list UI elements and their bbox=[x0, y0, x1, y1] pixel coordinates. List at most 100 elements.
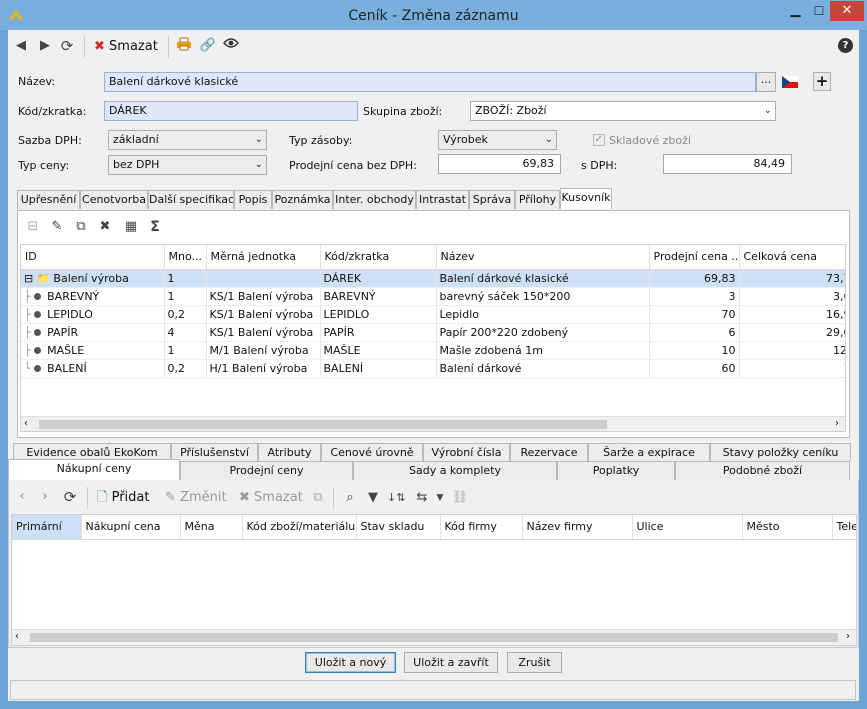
bottom-tab-7[interactable]: Stavy položky ceníku bbox=[710, 443, 851, 461]
printer-icon[interactable] bbox=[175, 37, 193, 55]
bottom-tab2-1[interactable]: Prodejní ceny bbox=[180, 461, 353, 480]
bom-row[interactable]: ├ BAREVNÝ 1 KS/1 Balení výroba BAREVNÝ barev… bbox=[21, 287, 845, 306]
close-button[interactable]: ✕ bbox=[830, 1, 864, 21]
scroll-left-icon[interactable]: ‹ bbox=[24, 418, 28, 429]
bom-row[interactable]: ├ MAŠLE 1 M/1 Balení výroba MAŠLE Mašle zdob… bbox=[21, 341, 845, 360]
tab-6[interactable]: Intrastat bbox=[416, 190, 469, 209]
save-new-button[interactable]: Uložit a nový bbox=[305, 652, 396, 673]
tab-4[interactable]: Poznámka bbox=[272, 190, 333, 209]
cancel-button[interactable]: Zrušit bbox=[507, 652, 562, 673]
purchase-col-header[interactable]: Město bbox=[742, 515, 833, 540]
sort-icon[interactable]: ↓⇅ bbox=[387, 489, 405, 507]
purchase-scroll-thumb[interactable] bbox=[30, 633, 838, 642]
edit-button[interactable]: ✎ Změnit bbox=[165, 489, 227, 509]
tab-3[interactable]: Popis bbox=[234, 190, 272, 209]
bom-col-header[interactable]: Mno... bbox=[164, 245, 207, 270]
sazba-select[interactable]: základní ⌄ bbox=[108, 130, 267, 150]
copy-icon[interactable]: ⧉ bbox=[309, 489, 327, 507]
copy-row-icon[interactable]: ⧉ bbox=[72, 218, 90, 236]
purchase-col-header[interactable]: Tele bbox=[832, 515, 856, 540]
help-icon[interactable]: ? bbox=[838, 38, 853, 53]
arrow-right-icon[interactable]: › bbox=[36, 488, 54, 506]
bottom-tab-2[interactable]: Atributy bbox=[258, 443, 321, 461]
arrow-left-icon[interactable]: ‹ bbox=[13, 488, 31, 506]
edit-row-icon[interactable]: ✎ bbox=[48, 218, 66, 236]
tab-7[interactable]: Správa bbox=[469, 190, 515, 209]
purchase-col-header[interactable]: Název firmy bbox=[522, 515, 633, 540]
prodejni-cena-field[interactable]: 69,83 bbox=[438, 154, 561, 174]
bom-col-header[interactable]: Prodejní cena ... bbox=[649, 245, 740, 270]
scroll-right-icon[interactable]: › bbox=[846, 631, 850, 642]
bom-col-header[interactable]: Měrná jednotka bbox=[206, 245, 321, 270]
sum-icon[interactable]: Σ bbox=[146, 218, 164, 236]
tab-1[interactable]: Cenotvorba bbox=[80, 190, 148, 209]
arrow-right-icon[interactable]: ▶ bbox=[36, 37, 54, 55]
eye-icon[interactable] bbox=[222, 37, 240, 55]
bom-col-header[interactable]: Kód/zkratka bbox=[320, 245, 437, 270]
bottom-tab2-3[interactable]: Poplatky bbox=[557, 461, 675, 480]
link-icon[interactable]: ⛓ bbox=[451, 489, 469, 507]
toolbar-divider bbox=[168, 36, 169, 58]
bom-scroll-thumb[interactable] bbox=[39, 420, 607, 429]
collapse-icon[interactable]: ⊟ bbox=[24, 272, 37, 285]
kod-field[interactable]: DÁREK bbox=[104, 101, 358, 121]
scroll-right-icon[interactable]: › bbox=[835, 418, 839, 429]
bom-col-header[interactable]: Celková cena bbox=[739, 245, 845, 270]
bottom-tab-3[interactable]: Cenové úrovně bbox=[321, 443, 423, 461]
bom-row[interactable]: └ BALENÍ 0,2 H/1 Balení výroba BALENÍ Balení… bbox=[21, 359, 845, 378]
delete-row-icon[interactable]: ✖ bbox=[96, 218, 114, 236]
tab-9[interactable]: Kusovník bbox=[560, 188, 612, 209]
bom-hscrollbar[interactable]: ‹ › bbox=[21, 416, 845, 431]
arrow-left-icon[interactable]: ◀ bbox=[12, 37, 30, 55]
czech-flag-icon[interactable] bbox=[782, 76, 798, 88]
minimize-button[interactable]: ▁ bbox=[782, 1, 809, 21]
typ-ceny-select[interactable]: bez DPH ⌄ bbox=[108, 155, 267, 175]
add-button[interactable]: 🗋 Přidat bbox=[97, 489, 149, 509]
purchase-col-header[interactable]: Měna bbox=[180, 515, 243, 540]
purchase-hscrollbar[interactable]: ‹ › bbox=[12, 629, 856, 645]
tab-2[interactable]: Další specifikace bbox=[148, 190, 234, 209]
delete-item-button[interactable]: ✖ Smazat bbox=[239, 489, 303, 509]
bottom-tab2-0[interactable]: Nákupní ceny bbox=[8, 459, 180, 480]
add-translation-button[interactable]: + bbox=[813, 72, 831, 91]
typ-zasoby-select[interactable]: Výrobek ⌄ bbox=[438, 130, 557, 150]
tab-0[interactable]: Upřesnění bbox=[17, 190, 80, 209]
nazev-ellipsis-button[interactable]: ... bbox=[756, 72, 776, 92]
maximize-button[interactable]: ☐ bbox=[809, 1, 829, 21]
purchase-col-header[interactable]: Stav skladu bbox=[356, 515, 441, 540]
purchase-col-header[interactable]: Kód firmy bbox=[440, 515, 523, 540]
bottom-tab2-4[interactable]: Podobné zboží bbox=[675, 461, 850, 480]
purchase-col-header[interactable]: Primární bbox=[12, 515, 82, 540]
skladove-checkbox[interactable]: ✓ bbox=[593, 134, 605, 146]
bom-col-header[interactable]: ID bbox=[21, 245, 165, 270]
bom-row[interactable]: ⊟ 📁 Balení výroba 1 DÁREK Balení dárkové kla… bbox=[21, 269, 845, 288]
bom-row[interactable]: ├ PAPÍR 4 KS/1 Balení výroba PAPÍR Papír 200… bbox=[21, 323, 845, 342]
bom-row[interactable]: ├ LEPIDLO 0,2 KS/1 Balení výroba LEPIDLO Lep… bbox=[21, 305, 845, 324]
purchase-col-header[interactable]: Kód zboží/materiálu bbox=[242, 515, 357, 540]
search-icon[interactable]: ⌕ bbox=[341, 489, 359, 507]
tab-5[interactable]: Inter. obchody bbox=[333, 190, 416, 209]
purchase-col-header[interactable]: Nákupní cena bbox=[81, 515, 181, 540]
scroll-left-icon[interactable]: ‹ bbox=[15, 631, 19, 642]
tab-8[interactable]: Přílohy bbox=[515, 190, 560, 209]
refresh-icon[interactable]: ⟳ bbox=[61, 488, 79, 506]
bottom-tab-5[interactable]: Rezervace bbox=[510, 443, 588, 461]
skupina-select[interactable]: ZBOŽÍ: Zboží ⌄ bbox=[470, 101, 776, 121]
bottom-tab-6[interactable]: Šarže a expirace bbox=[588, 443, 710, 461]
calendar-icon[interactable]: ▦ bbox=[122, 218, 140, 236]
insert-row-icon[interactable]: ⊟ bbox=[24, 218, 42, 236]
delete-button[interactable]: ✖ Smazat bbox=[94, 37, 158, 57]
swap-icon[interactable]: ⇆ bbox=[413, 489, 431, 507]
bottom-tab2-2[interactable]: Sady a komplety bbox=[353, 461, 557, 480]
bottom-tab-4[interactable]: Výrobní čísla bbox=[423, 443, 510, 461]
save-close-button[interactable]: Uložit a zavřít bbox=[404, 652, 498, 673]
filter-icon[interactable]: ▼ bbox=[364, 489, 382, 507]
purchase-col-header[interactable]: Ulice bbox=[632, 515, 743, 540]
nazev-field[interactable]: Balení dárkové klasické bbox=[104, 72, 756, 92]
sdph-field[interactable]: 84,49 bbox=[663, 154, 792, 174]
bottom-tab-1[interactable]: Příslušenství bbox=[171, 443, 258, 461]
link-icon[interactable]: 🔗 bbox=[199, 37, 217, 55]
chevron-down-icon[interactable]: ▼ bbox=[431, 489, 449, 507]
refresh-icon[interactable]: ⟳ bbox=[58, 37, 76, 55]
bom-col-header[interactable]: Název bbox=[436, 245, 650, 270]
